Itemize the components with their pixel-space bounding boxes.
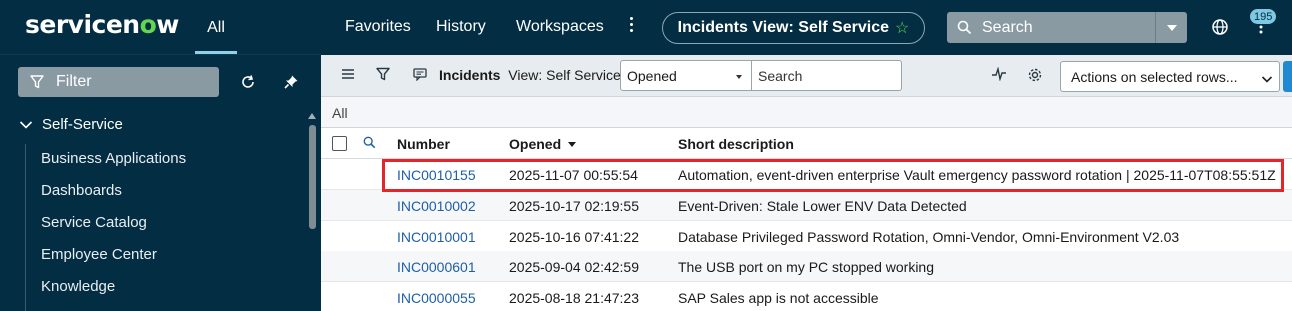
nav-section-self-service[interactable]: Self-Service <box>19 116 123 133</box>
nav-scrollbar-thumb[interactable] <box>309 125 316 229</box>
filter-label: Filter <box>56 73 92 90</box>
opened-cell: 2025-11-07 00:55:54 <box>509 167 638 183</box>
breadcrumb-bar: All <box>321 97 1292 128</box>
column-header-number[interactable]: Number <box>397 136 450 152</box>
table-header: Number Opened Short description <box>321 128 1292 159</box>
incident-number-link[interactable]: INC0010001 <box>397 229 476 245</box>
caret-down-icon <box>1166 24 1177 31</box>
search-field-select[interactable]: Opened <box>620 60 752 91</box>
gear-icon[interactable] <box>1027 67 1043 83</box>
section-label: Self-Service <box>42 116 123 133</box>
globe-icon[interactable] <box>1211 18 1229 39</box>
incident-number-link[interactable]: INC0000601 <box>397 259 476 275</box>
funnel-icon <box>30 75 44 89</box>
opened-cell: 2025-10-17 02:19:55 <box>509 198 639 214</box>
context-title-pill[interactable]: Incidents View: Self Service ☆ <box>662 12 925 44</box>
column-search-icon[interactable] <box>363 136 376 152</box>
nav-item-service-catalog[interactable]: Service Catalog <box>41 214 147 231</box>
actions-on-selected-rows-select[interactable]: Actions on selected rows... <box>1060 61 1280 92</box>
sort-descending-icon <box>568 141 577 147</box>
nav-item-dashboards[interactable]: Dashboards <box>41 182 122 199</box>
filter-funnel-icon[interactable] <box>376 67 390 81</box>
opened-cell: 2025-08-18 21:47:23 <box>509 290 639 306</box>
table-row[interactable]: INC0010002 2025-10-17 02:19:55 Event-Dri… <box>321 190 1292 221</box>
global-search-label: Search <box>982 18 1033 36</box>
hamburger-menu-icon[interactable] <box>341 67 355 81</box>
new-button-edge[interactable] <box>1283 61 1292 92</box>
column-header-opened[interactable]: Opened <box>509 136 577 152</box>
select-all-checkbox[interactable] <box>332 136 347 151</box>
servicenow-logo[interactable]: servicenow <box>25 10 179 39</box>
pin-icon[interactable] <box>280 71 302 93</box>
list-toolbar: Incidents View: Self Service Opened Acti… <box>321 55 1292 97</box>
caret-down-icon <box>736 75 742 79</box>
nav-filter-input[interactable]: Filter <box>18 67 219 97</box>
menu-workspaces[interactable]: Workspaces <box>516 18 604 36</box>
actions-select-value: Actions on selected rows... <box>1071 68 1238 85</box>
active-tab-indicator <box>195 51 237 54</box>
opened-cell: 2025-09-04 02:42:59 <box>509 259 639 275</box>
incident-number-link[interactable]: INC0010155 <box>397 167 476 183</box>
table-row[interactable]: INC0000601 2025-09-04 02:42:59 The USB p… <box>321 251 1292 282</box>
short-description-cell: Automation, event-driven enterprise Vaul… <box>678 167 1276 183</box>
global-search-input[interactable]: Search <box>947 12 1155 43</box>
search-field-value: Opened <box>627 67 677 84</box>
list-search-input[interactable] <box>752 60 902 91</box>
list-context-icon[interactable] <box>413 67 427 81</box>
activity-pulse-icon[interactable] <box>991 67 1007 81</box>
breadcrumb-all[interactable]: All <box>332 105 348 121</box>
short-description-cell: The USB port on my PC stopped working <box>678 259 935 275</box>
short-description-cell: Database Privileged Password Rotation, O… <box>678 229 1180 245</box>
opened-cell: 2025-10-16 07:41:22 <box>509 229 639 245</box>
incident-number-link[interactable]: INC0010002 <box>397 198 476 214</box>
more-menu-icon[interactable] <box>630 17 633 32</box>
search-icon <box>957 20 972 35</box>
left-navigation: servicenow All Filter Self-Service Busin… <box>0 0 321 311</box>
refresh-icon[interactable] <box>237 71 259 93</box>
nav-item-employee-center[interactable]: Employee Center <box>41 246 157 263</box>
chevron-down-icon <box>1261 71 1273 87</box>
context-title: Incidents View: Self Service <box>677 19 889 36</box>
chevron-down-icon <box>19 120 33 130</box>
list-title: Incidents View: Self Service <box>439 67 621 83</box>
table-row[interactable]: INC0000055 2025-08-18 21:47:23 SAP Sales… <box>321 282 1292 311</box>
incident-number-link[interactable]: INC0000055 <box>397 290 476 306</box>
notifications-menu-icon[interactable] <box>1258 18 1264 37</box>
nav-header: servicenow All <box>0 0 321 55</box>
menu-history[interactable]: History <box>436 18 486 36</box>
table-row[interactable]: INC0010001 2025-10-16 07:41:22 Database … <box>321 221 1292 252</box>
top-header: Favorites History Workspaces Incidents V… <box>321 0 1292 55</box>
table-row[interactable]: INC0010155 2025-11-07 00:55:54 Automatio… <box>321 159 1292 190</box>
column-header-short-description[interactable]: Short description <box>678 136 794 152</box>
search-scope-dropdown[interactable] <box>1155 12 1187 43</box>
star-icon[interactable]: ☆ <box>895 18 909 38</box>
menu-guide-line <box>25 144 26 311</box>
nav-item-knowledge[interactable]: Knowledge <box>41 278 115 295</box>
menu-favorites[interactable]: Favorites <box>345 18 411 36</box>
short-description-cell: SAP Sales app is not accessible <box>678 290 879 306</box>
nav-item-business-applications[interactable]: Business Applications <box>41 150 186 167</box>
scroll-up-arrow[interactable] <box>308 113 316 119</box>
nav-tab-all[interactable]: All <box>195 0 237 55</box>
short-description-cell: Event-Driven: Stale Lower ENV Data Detec… <box>678 198 967 214</box>
